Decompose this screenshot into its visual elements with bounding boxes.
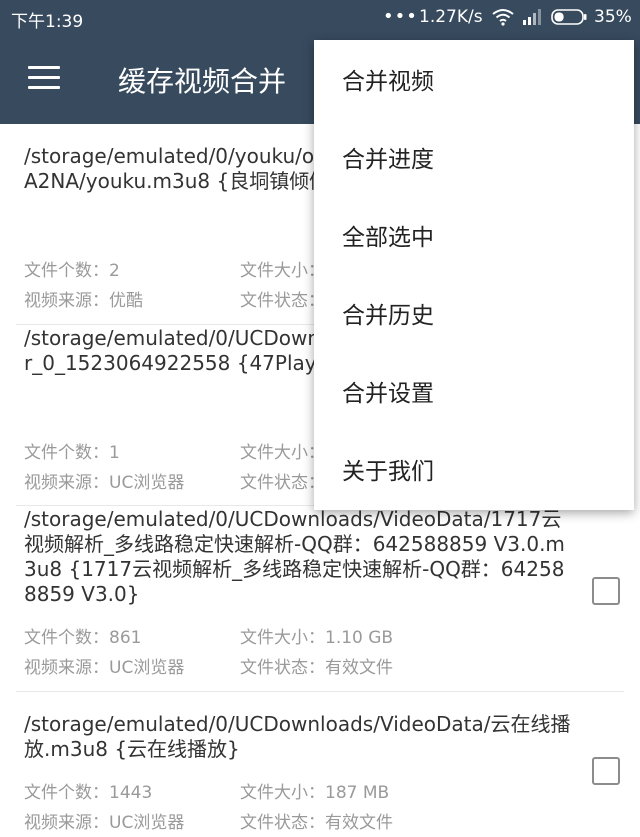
menu-item-merge-progress[interactable]: 合并进度 [314,118,634,196]
divider [16,691,624,692]
battery-icon [551,9,587,25]
signal-icon [523,9,541,25]
video-source: 视频来源：UC浏览器 [24,813,185,833]
file-count: 文件个数：1 [24,443,120,463]
file-size: 文件大小： [240,443,325,463]
menu-item-label: 合并设置 [342,381,434,407]
menu-item-label: 合并进度 [342,147,434,173]
video-path: /storage/emulated/0/UCDownloads/VideoDat… [24,507,565,606]
network-speed: 1.27K/s [419,7,483,27]
video-path: /storage/emulated/0/UCDownloads/VideoDat… [24,712,571,761]
menu-item-label: 合并视频 [342,69,434,95]
menu-item-select-all[interactable]: 全部选中 [314,196,634,274]
menu-item-about-us[interactable]: 关于我们 [314,430,634,508]
file-status: 文件状态： [240,291,325,311]
file-status: 文件状态：有效文件 [240,658,393,678]
more-notifications-icon: ••• [383,6,418,27]
menu-item-label: 合并历史 [342,303,434,329]
select-checkbox[interactable] [592,757,620,785]
file-size: 文件大小：1.10 GB [240,628,394,648]
wifi-icon [492,9,514,26]
file-count: 文件个数：861 [24,628,142,648]
menu-item-label: 关于我们 [342,459,434,485]
file-count: 文件个数：2 [24,261,120,281]
file-size: 文件大小：187 MB [240,783,390,803]
page-title: 缓存视频合并 [118,65,287,98]
select-checkbox[interactable] [592,577,620,605]
video-source: 视频来源：UC浏览器 [24,473,185,493]
menu-item-label: 全部选中 [342,225,434,251]
video-source: 视频来源：优酷 [24,291,143,311]
menu-item-merge-settings[interactable]: 合并设置 [314,352,634,430]
file-count: 文件个数：1443 [24,783,153,803]
hamburger-menu-icon[interactable] [28,66,62,92]
file-status: 文件状态：有效文件 [240,813,393,833]
file-status: 文件状态： [240,473,325,493]
menu-item-merge-video[interactable]: 合并视频 [314,40,634,118]
file-size: 文件大小： [240,261,325,281]
overflow-menu: 合并视频 合并进度 全部选中 合并历史 合并设置 关于我们 [314,40,634,510]
menu-item-merge-history[interactable]: 合并历史 [314,274,634,352]
video-source: 视频来源：UC浏览器 [24,658,185,678]
status-time: 下午1:39 [11,12,84,32]
battery-percent: 35% [594,7,632,27]
status-bar: 下午1:39 ••• 1.27K/s 35% [0,0,640,36]
